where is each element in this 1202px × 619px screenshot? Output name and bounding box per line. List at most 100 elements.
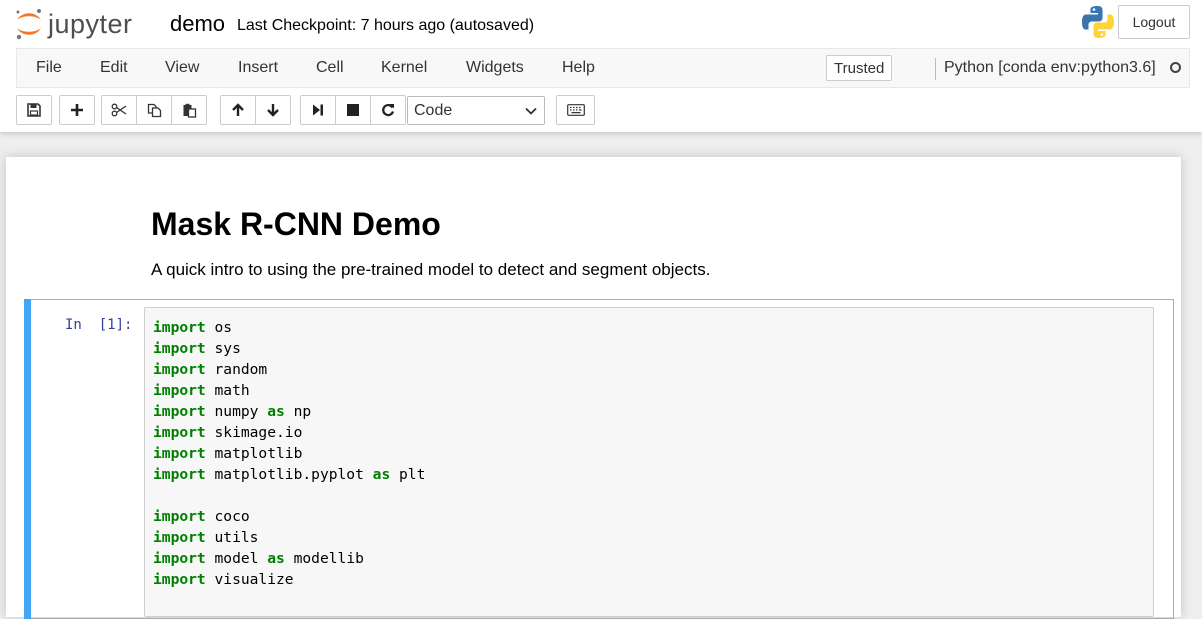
code-token: matplotlib <box>205 445 303 462</box>
code-line: import matplotlib <box>153 443 425 464</box>
code-token: sys <box>205 340 241 357</box>
code-token: model <box>205 550 268 567</box>
code-lines: import os import sys import random import m… <box>153 317 425 590</box>
notebook-name[interactable]: demo <box>170 11 225 37</box>
interrupt-button[interactable] <box>335 95 371 125</box>
menu-edit[interactable]: Edit <box>100 59 128 77</box>
code-line: import visualize <box>153 569 425 590</box>
jupyter-logo-icon <box>16 9 41 40</box>
arrow-down-icon <box>267 104 279 117</box>
menu-file[interactable]: File <box>36 59 62 77</box>
jupyter-logo-text: jupyter <box>48 8 133 39</box>
code-token: skimage.io <box>205 424 303 441</box>
code-line: import model as modellib <box>153 548 425 569</box>
toolbar-group-run <box>300 95 406 125</box>
code-keyword: import <box>153 340 206 357</box>
code-token: random <box>205 361 268 378</box>
plus-icon <box>71 104 83 116</box>
menu-help[interactable]: Help <box>562 59 595 77</box>
kernel-separator <box>935 58 936 80</box>
code-keyword: import <box>153 529 206 546</box>
code-token: visualize <box>205 571 294 588</box>
code-line: import os <box>153 317 425 338</box>
code-keyword: import <box>153 382 206 399</box>
paste-button[interactable] <box>171 95 207 125</box>
toolbar-group-move <box>220 95 291 125</box>
code-keyword: import <box>153 571 206 588</box>
code-line: import utils <box>153 527 425 548</box>
code-keyword: import <box>153 361 206 378</box>
menubar: File Edit View Insert Cell Kernel Widget… <box>16 48 1190 88</box>
jupyter-logo[interactable]: jupyter <box>14 6 133 42</box>
toolbar-group-edit <box>101 95 207 125</box>
copy-icon <box>147 103 161 117</box>
menu-view[interactable]: View <box>165 59 199 77</box>
insert-cell-button[interactable] <box>59 95 95 125</box>
command-palette-button[interactable] <box>556 95 595 125</box>
restart-button[interactable] <box>370 95 406 125</box>
refresh-icon <box>382 103 395 117</box>
code-token: os <box>205 319 233 336</box>
keyboard-icon <box>566 104 585 116</box>
code-line: import math <box>153 380 425 401</box>
code-line: import sys <box>153 338 425 359</box>
code-token: modellib <box>284 550 364 567</box>
code-token: np <box>284 403 312 420</box>
logout-button[interactable]: Logout <box>1118 5 1190 39</box>
code-keyword: as <box>267 403 285 420</box>
save-button[interactable] <box>16 95 52 125</box>
step-forward-icon <box>313 104 323 116</box>
code-keyword: import <box>153 319 206 336</box>
copy-button[interactable] <box>136 95 172 125</box>
code-keyword: import <box>153 508 206 525</box>
code-keyword: import <box>153 424 206 441</box>
code-token: plt <box>390 466 426 483</box>
code-line: import coco <box>153 506 425 527</box>
cell-type-select[interactable]: Code <box>407 96 545 125</box>
code-keyword: import <box>153 445 206 462</box>
menu-widgets[interactable]: Widgets <box>466 59 524 77</box>
kernel-idle-indicator <box>1170 62 1181 73</box>
kernel-name[interactable]: Python [conda env:python3.6] <box>944 59 1156 77</box>
arrow-up-icon <box>232 103 244 116</box>
paste-icon <box>183 103 196 118</box>
code-editor[interactable]: import os import sys import random import m… <box>144 307 1154 617</box>
scissors-icon <box>111 103 127 117</box>
code-line: import random <box>153 359 425 380</box>
code-token: numpy <box>205 403 268 420</box>
notebook-container: Mask R-CNN Demo A quick intro to using t… <box>6 157 1181 619</box>
code-token: utils <box>205 529 259 546</box>
python-logo-icon <box>1082 6 1114 38</box>
notebook-header: jupyter demo Last Checkpoint: 7 hours ag… <box>0 0 1202 132</box>
code-keyword: import <box>153 466 206 483</box>
cut-button[interactable] <box>101 95 137 125</box>
menu-insert[interactable]: Insert <box>238 59 278 77</box>
cell-type-value: Code <box>414 101 453 119</box>
toolbar-group-save <box>16 95 52 125</box>
move-up-button[interactable] <box>220 95 256 125</box>
code-token: coco <box>205 508 250 525</box>
toolbar-group-insert <box>59 95 95 125</box>
code-token: matplotlib.pyplot <box>205 466 373 483</box>
toolbar-group-commands <box>556 95 595 125</box>
save-icon <box>27 103 41 117</box>
run-button[interactable] <box>300 95 336 125</box>
code-keyword: as <box>372 466 391 483</box>
code-line: import numpy as np <box>153 401 425 422</box>
input-prompt: In [1]: <box>65 317 133 333</box>
code-line: import skimage.io <box>153 422 425 443</box>
trusted-badge[interactable]: Trusted <box>826 55 893 81</box>
code-token: math <box>205 382 250 399</box>
markdown-intro: A quick intro to using the pre-trained m… <box>151 260 711 279</box>
code-line: import matplotlib.pyplot as plt <box>153 464 425 485</box>
checkpoint-status: Last Checkpoint: 7 hours ago (autosaved) <box>237 17 535 34</box>
menu-cell[interactable]: Cell <box>316 59 344 77</box>
move-down-button[interactable] <box>255 95 291 125</box>
code-keyword: import <box>153 550 206 567</box>
cell-selected-bar <box>24 299 31 619</box>
chevron-down-icon <box>525 107 537 115</box>
code-keyword: as <box>267 550 285 567</box>
stop-icon <box>347 104 359 116</box>
menu-kernel[interactable]: Kernel <box>381 59 427 77</box>
